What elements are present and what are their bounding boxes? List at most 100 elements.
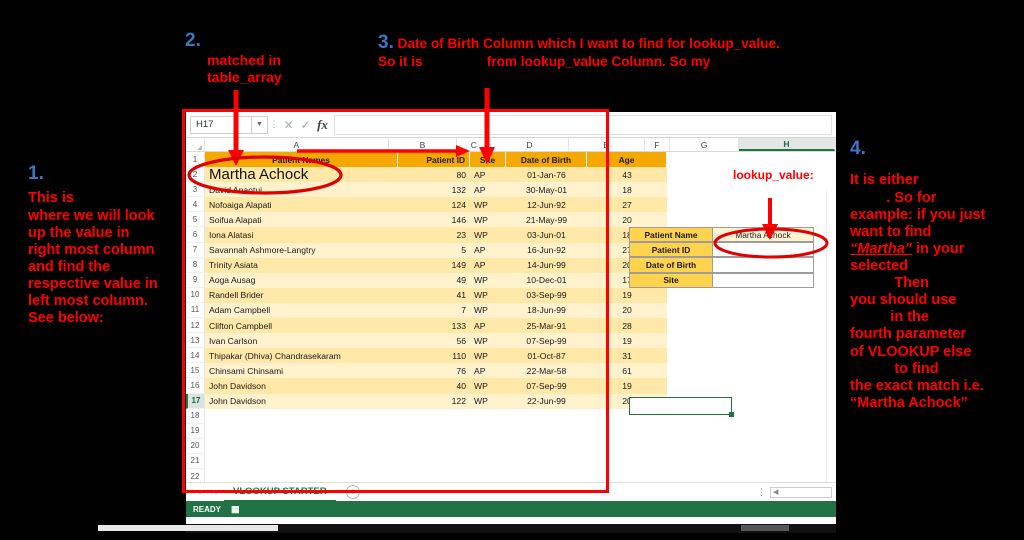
row-number-2[interactable]: 2	[186, 167, 205, 183]
spreadsheet-grid[interactable]: 1 Patient Names Patient ID Site Date of …	[186, 152, 836, 482]
insert-function-icon[interactable]: fx	[314, 117, 331, 133]
row-number-13[interactable]: 13	[186, 333, 205, 349]
cell-site[interactable]: AP	[470, 363, 506, 379]
lookup-form-value[interactable]	[713, 272, 814, 288]
cell-age[interactable]: 31	[587, 348, 667, 364]
cell-patient-id[interactable]: 7	[398, 302, 470, 319]
confirm-icon[interactable]: ✓	[297, 118, 314, 132]
cell-site[interactable]: WP	[470, 302, 506, 319]
cell-site[interactable]: AP	[470, 318, 506, 334]
row-number-5[interactable]: 5	[186, 212, 205, 228]
row-number-19[interactable]: 19	[186, 423, 205, 439]
row-number-11[interactable]: 11	[186, 302, 205, 319]
row-number-21[interactable]: 21	[186, 453, 205, 469]
table-row[interactable]: 10 Randell Brider 41 WP 03-Sep-99 19	[186, 287, 836, 303]
cell-age[interactable]: 18	[587, 182, 667, 198]
cell-patient-name[interactable]: Trinity Asiata	[205, 257, 398, 273]
cell-age[interactable]: 27	[587, 197, 667, 213]
row-number-10[interactable]: 10	[186, 287, 205, 303]
lookup-form-row[interactable]: Patient ID	[629, 242, 814, 258]
column-header-G[interactable]: G	[670, 138, 739, 151]
table-row[interactable]: 3 David Anaotui 132 AP 30-May-01 18	[186, 182, 836, 198]
cell-patient-id[interactable]: 133	[398, 318, 470, 334]
cell-site[interactable]: WP	[470, 348, 506, 364]
cell-patient-id[interactable]: 76	[398, 363, 470, 379]
cell-patient-name[interactable]: John Davidson	[205, 378, 398, 394]
cell-patient-name[interactable]: Iona Alatasi	[205, 227, 398, 243]
cell-patient-id[interactable]: 110	[398, 348, 470, 364]
row-number-7[interactable]: 7	[186, 242, 205, 258]
cell-patient-id[interactable]: 56	[398, 333, 470, 349]
row-number-16[interactable]: 16	[186, 378, 205, 394]
cell-age[interactable]: 20	[587, 302, 667, 319]
cell-patient-name[interactable]: Clifton Campbell	[205, 318, 398, 334]
cell-site[interactable]: AP	[470, 167, 506, 183]
column-header-D[interactable]: D	[491, 138, 569, 151]
cell-date-of-birth[interactable]: 18-Jun-99	[506, 302, 587, 319]
workbook-stats-icon[interactable]: ▦	[231, 504, 240, 515]
cell-patient-name[interactable]: Soifua Alapati	[205, 212, 398, 228]
vertical-scrollbar[interactable]	[826, 191, 836, 482]
cell-site[interactable]: AP	[470, 242, 506, 258]
cell-patient-id[interactable]: 149	[398, 257, 470, 273]
cell-date-of-birth[interactable]: 30-May-01	[506, 182, 587, 198]
cell-age[interactable]: 19	[587, 378, 667, 394]
cell-age[interactable]: 19	[587, 333, 667, 349]
row-number-22[interactable]: 22	[186, 468, 205, 482]
cell-patient-name[interactable]: Thipakar (Dhiva) Chandrasekaram	[205, 348, 398, 364]
table-row[interactable]: 16 John Davidson 40 WP 07-Sep-99 19	[186, 378, 836, 394]
row-number-14[interactable]: 14	[186, 348, 205, 364]
row-number-4[interactable]: 4	[186, 197, 205, 213]
table-row[interactable]: 11 Adam Campbell 7 WP 18-Jun-99 20	[186, 302, 836, 319]
tab-bar-options-icon[interactable]: ⋮	[757, 487, 766, 498]
row-number-9[interactable]: 9	[186, 272, 205, 288]
lookup-form-row[interactable]: Patient Name Martha Achock	[629, 227, 814, 243]
row-number-20[interactable]: 20	[186, 438, 205, 454]
cell-date-of-birth[interactable]: 01-Oct-87	[506, 348, 587, 364]
next-sheet-icon[interactable]: ›	[208, 487, 224, 497]
table-row[interactable]: 4 Nofoaiga Alapati 124 WP 12-Jun-92 27	[186, 197, 836, 213]
row-number-18[interactable]: 18	[186, 408, 205, 424]
sheet-tab-vlookup-starter[interactable]: VLOOKUP STARTER	[224, 483, 336, 502]
cell-patient-name[interactable]: John Davidson	[205, 393, 398, 409]
row-number-3[interactable]: 3	[186, 182, 205, 198]
cell-date-of-birth[interactable]: 21-May-99	[506, 212, 587, 228]
table-row[interactable]: 13 Ivan Carlson 56 WP 07-Sep-99 19	[186, 333, 836, 349]
cell-site[interactable]: AP	[470, 257, 506, 273]
cell-patient-name[interactable]: Savannah Ashmore-Langtry	[205, 242, 398, 258]
cell-patient-id[interactable]: 49	[398, 272, 470, 288]
cell-date-of-birth[interactable]: 07-Sep-99	[506, 333, 587, 349]
cell-patient-name[interactable]: Ivan Carlson	[205, 333, 398, 349]
cell-site[interactable]: WP	[470, 393, 506, 409]
lookup-form-value[interactable]	[713, 242, 814, 258]
column-header-B[interactable]: B	[388, 138, 458, 151]
cell-site[interactable]: WP	[470, 272, 506, 288]
cell-age[interactable]: 61	[587, 363, 667, 379]
cell-site[interactable]: WP	[470, 333, 506, 349]
cell-date-of-birth[interactable]: 03-Sep-99	[506, 287, 587, 303]
empty-row[interactable]: 22	[186, 468, 836, 482]
cell-patient-id[interactable]: 5	[398, 242, 470, 258]
add-sheet-icon[interactable]: +	[345, 485, 360, 499]
formula-bar-expand-icon[interactable]: ⋮	[268, 119, 280, 130]
horizontal-scrollbar[interactable]: ◀	[770, 486, 832, 498]
cell-age[interactable]: 43	[587, 167, 667, 183]
cell-date-of-birth[interactable]: 07-Sep-99	[506, 378, 587, 394]
cell-date-of-birth[interactable]: 14-Jun-99	[506, 257, 587, 273]
selected-cell-highlight[interactable]	[629, 397, 734, 417]
cell-date-of-birth[interactable]: 25-Mar-91	[506, 318, 587, 334]
cell-patient-name[interactable]: Adam Campbell	[205, 302, 398, 319]
select-all-corner[interactable]	[186, 138, 206, 151]
cell-patient-id[interactable]: 40	[398, 378, 470, 394]
row-number-12[interactable]: 12	[186, 318, 205, 334]
column-header-E[interactable]: E	[568, 138, 645, 151]
cell-patient-id[interactable]: 124	[398, 197, 470, 213]
lookup-form-row[interactable]: Site	[629, 272, 814, 288]
cell-date-of-birth[interactable]: 16-Jun-92	[506, 242, 587, 258]
row-number-15[interactable]: 15	[186, 363, 205, 379]
row-number-8[interactable]: 8	[186, 257, 205, 273]
lookup-form-row[interactable]: Date of Birth	[629, 257, 814, 273]
empty-row[interactable]: 18	[186, 408, 836, 424]
cell-age[interactable]: 20	[587, 212, 667, 228]
cell-site[interactable]: WP	[470, 378, 506, 394]
